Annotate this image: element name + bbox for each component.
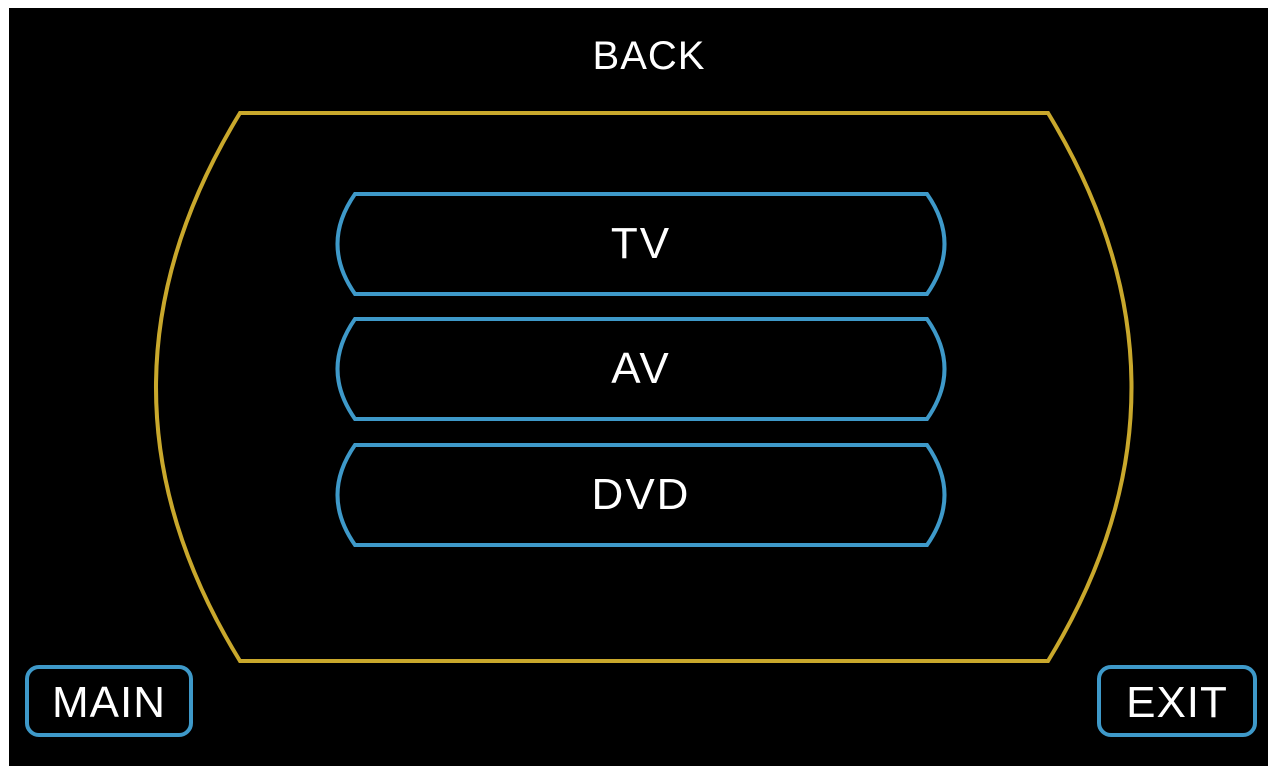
tv-button-label: TV	[610, 219, 672, 268]
source-select-screen: BACK TV AV DVD MAIN EXIT	[9, 8, 1268, 766]
dvd-button-label: DVD	[591, 470, 691, 519]
av-source-button[interactable]: AV	[335, 316, 947, 422]
exit-button[interactable]: EXIT	[1097, 665, 1257, 737]
dvd-source-button[interactable]: DVD	[335, 442, 947, 548]
tv-source-button[interactable]: TV	[335, 191, 947, 297]
av-button-label: AV	[611, 344, 671, 393]
main-button[interactable]: MAIN	[25, 665, 193, 737]
